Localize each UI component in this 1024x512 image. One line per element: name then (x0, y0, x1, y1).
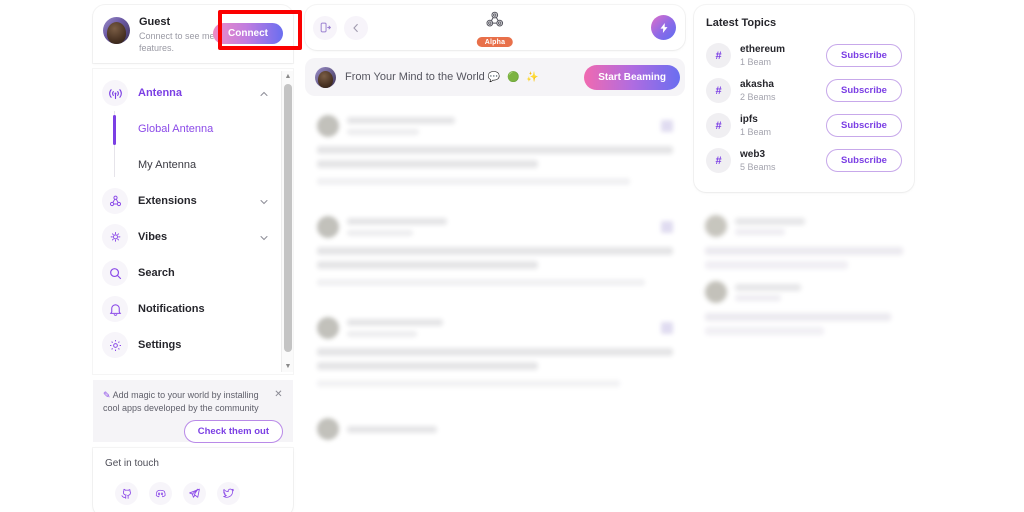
sidebar-item-search[interactable]: Search (93, 255, 279, 291)
skeleton-menu-icon (661, 120, 673, 132)
scroll-up-arrow-icon[interactable]: ▲ (282, 71, 293, 82)
beam-placeholder-text: From Your Mind to the World (345, 71, 485, 83)
chevron-left-icon[interactable] (344, 15, 368, 40)
sidebar-item-extensions[interactable]: Extensions (93, 183, 279, 219)
topic-name[interactable]: ethereum (740, 44, 817, 56)
sidebar-item-label: Settings (138, 339, 182, 351)
beam-emoji: 💬 🟢 ✨ (487, 72, 541, 83)
subscribe-button[interactable]: Subscribe (826, 149, 902, 172)
github-icon[interactable] (115, 482, 138, 505)
skeleton-post-card (305, 408, 685, 444)
topic-count: 1 Beam (740, 126, 772, 137)
check-them-out-button[interactable]: Check them out (183, 420, 283, 443)
skeleton-post-card (305, 105, 685, 197)
skeleton-menu-icon (661, 221, 673, 233)
topic-name[interactable]: akasha (740, 79, 817, 91)
skeleton-post-card (305, 307, 685, 399)
get-in-touch-label: Get in touch (105, 458, 159, 469)
right-skeleton-card (694, 204, 914, 346)
scrollbar-thumb[interactable] (284, 84, 292, 352)
topic-row: # akasha 2 Beams Subscribe (706, 73, 902, 108)
topic-count: 2 Beams (740, 91, 776, 102)
social-links (105, 482, 281, 505)
discord-icon[interactable] (149, 482, 172, 505)
skeleton-avatar (317, 317, 339, 339)
search-icon (102, 260, 128, 286)
latest-topics-title: Latest Topics (706, 17, 777, 29)
app-root: Guest Connect to see member only feature… (0, 0, 1024, 512)
antenna-icon (102, 80, 128, 106)
chevron-down-icon[interactable] (258, 231, 270, 243)
antenna-subnav: Global Antenna My Antenna (93, 111, 279, 183)
connect-button[interactable]: Connect (213, 23, 283, 44)
subscribe-button[interactable]: Subscribe (826, 44, 902, 67)
subnav-active-indicator (113, 115, 116, 145)
twitter-icon[interactable] (217, 482, 240, 505)
skeleton-avatar (317, 115, 339, 137)
sidebar-item-label: Search (138, 267, 175, 279)
promo-text: ✎ Add magic to your world by installing … (103, 389, 283, 414)
close-icon[interactable]: ✕ (273, 389, 284, 400)
topic-count: 5 Beams (740, 161, 776, 172)
topic-name[interactable]: ipfs (740, 114, 817, 126)
promo-banner: ✎ Add magic to your world by installing … (93, 380, 293, 443)
chevron-up-icon[interactable] (258, 87, 270, 99)
app-logo[interactable]: Alpha (476, 9, 514, 47)
sidebar-item-settings[interactable]: Settings (93, 327, 279, 363)
sidebar-item-antenna[interactable]: Antenna (93, 75, 279, 111)
scroll-down-arrow-icon[interactable]: ▼ (282, 361, 293, 372)
top-bar: Alpha (305, 5, 685, 50)
sidebar-item-vibes[interactable]: Vibes (93, 219, 279, 255)
sidebar-toggle-icon[interactable] (313, 15, 337, 40)
vibes-icon (102, 224, 128, 250)
hash-icon: # (706, 78, 731, 103)
telegram-icon[interactable] (183, 482, 206, 505)
skeleton-avatar (317, 216, 339, 238)
left-sidebar: Guest Connect to see member only feature… (93, 5, 293, 512)
avatar (315, 66, 336, 88)
akasha-triskelion-logo (484, 9, 506, 36)
sparkle-icon: ✎ (103, 390, 111, 400)
lightning-bolt-icon[interactable] (651, 15, 676, 40)
topic-row: # ethereum 1 Beam Subscribe (706, 38, 902, 73)
beam-placeholder: From Your Mind to the World 💬 🟢 ✨ (345, 71, 575, 83)
skeleton-avatar (317, 418, 339, 440)
sidebar-item-notifications[interactable]: Notifications (93, 291, 279, 327)
sidebar-footer: Get in touch (93, 448, 293, 512)
chevron-down-icon[interactable] (258, 195, 270, 207)
sidebar-item-label: Vibes (138, 231, 168, 243)
skeleton-menu-icon (661, 322, 673, 334)
sidebar-nav: Antenna Global Antenna My Antenna Extens… (93, 69, 293, 374)
topic-row: # ipfs 1 Beam Subscribe (706, 108, 902, 143)
feed-skeleton-list (305, 105, 685, 444)
profile-card: Guest Connect to see member only feature… (93, 5, 293, 63)
sidebar-item-label: Extensions (138, 195, 197, 207)
alpha-badge: Alpha (476, 37, 514, 47)
sidebar-item-global-antenna[interactable]: Global Antenna (123, 111, 279, 147)
avatar (103, 17, 130, 44)
hash-icon: # (706, 148, 731, 173)
topic-count: 1 Beam (740, 56, 772, 67)
subscribe-button[interactable]: Subscribe (826, 114, 902, 137)
center-column: Alpha From Your Mind to the World 💬 🟢 ✨ … (305, 5, 685, 512)
sidebar-item-label: Antenna (138, 87, 182, 99)
latest-topics-card: Latest Topics # ethereum 1 Beam Subscrib… (694, 5, 914, 192)
bell-icon (102, 296, 128, 322)
hash-icon: # (706, 43, 731, 68)
beam-composer[interactable]: From Your Mind to the World 💬 🟢 ✨ Start … (305, 58, 685, 96)
promo-message: Add magic to your world by installing co… (103, 390, 259, 413)
sidebar-item-label: Notifications (138, 303, 205, 315)
right-panel: Latest Topics # ethereum 1 Beam Subscrib… (694, 5, 914, 346)
subscribe-button[interactable]: Subscribe (826, 79, 902, 102)
topic-row: # web3 5 Beams Subscribe (706, 143, 902, 178)
extensions-icon (102, 188, 128, 214)
skeleton-post-card (305, 206, 685, 298)
start-beaming-button[interactable]: Start Beaming (584, 64, 680, 90)
gear-icon (102, 332, 128, 358)
sidebar-item-my-antenna[interactable]: My Antenna (123, 147, 279, 183)
topic-name[interactable]: web3 (740, 149, 817, 161)
hash-icon: # (706, 113, 731, 138)
sidebar-scrollbar[interactable]: ▲ ▼ (281, 71, 293, 372)
